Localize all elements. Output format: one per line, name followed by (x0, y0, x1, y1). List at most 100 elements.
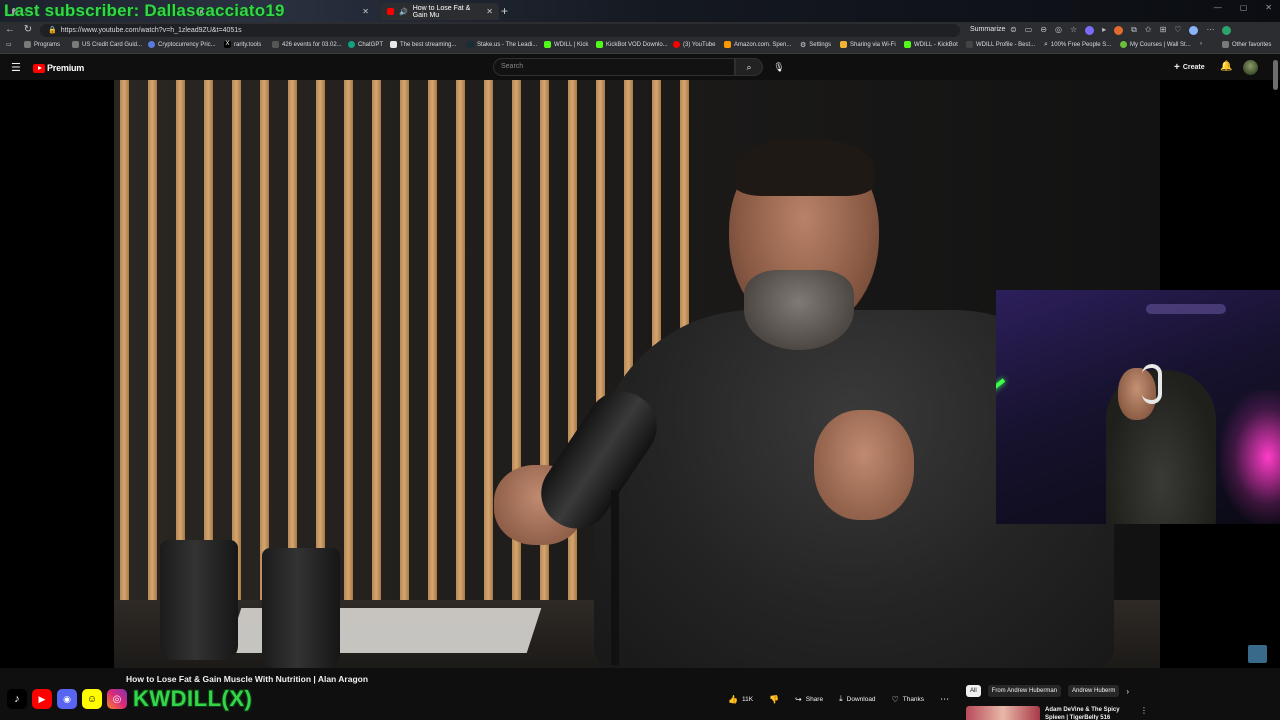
recommended-more-icon[interactable]: ⋮ (1140, 706, 1148, 715)
favorite-label: 100% Free People S... (1050, 42, 1112, 48)
browser-essentials-icon[interactable]: ♡ (1174, 25, 1181, 35)
favorite-item[interactable]: (3) YouTube (673, 41, 715, 48)
download-button[interactable]: ⤓ Download (835, 692, 879, 706)
folder-icon (1222, 41, 1229, 48)
favorite-item[interactable]: Stake.us - The Leadi... (467, 41, 537, 48)
audio-icon[interactable]: 🔊 (399, 8, 408, 16)
extensions-puzzle-icon[interactable]: ⧉ (1131, 25, 1137, 35)
chip-channel[interactable]: Andrew Huberm (1068, 685, 1120, 697)
extension-icon[interactable] (1085, 26, 1095, 35)
favorite-item[interactable]: Sharing via Wi-Fi (840, 41, 896, 48)
zoom-icon[interactable]: ⊖ (1040, 25, 1047, 35)
favorite-item[interactable]: ChatGPT (348, 41, 383, 48)
plus-icon: + (1174, 61, 1180, 73)
favorite-item[interactable]: WDILL Profile - Best... (966, 41, 1035, 48)
instagram-icon: ◎ (107, 689, 127, 709)
favorite-item[interactable]: KickBot VOD Downlo... (596, 41, 668, 48)
url-field[interactable]: 🔒 https://www.youtube.com/watch?v=h_1zlea… (40, 24, 960, 37)
favorite-star-icon[interactable]: ☆ (1070, 25, 1077, 35)
favorite-item[interactable]: Other favorites (1222, 41, 1271, 48)
search-input[interactable]: Search (493, 58, 735, 76)
recommended-video-thumbnail[interactable] (966, 706, 1040, 720)
page-scrollbar[interactable] (1273, 60, 1278, 90)
tab-close-icon[interactable]: ✕ (486, 7, 493, 16)
favorite-item[interactable]: Cryptocurrency Pric... (148, 41, 216, 48)
recommended-video-title[interactable]: Adam DeVine & The Spicy Spleen | TigerBe… (1045, 706, 1137, 720)
browser-tab-active[interactable]: 🔊 How to Lose Fat & Gain Mu ✕ (381, 3, 499, 20)
favorite-item[interactable]: WDILL - KickBot (904, 41, 958, 48)
favorite-item[interactable]: The best streaming... (390, 41, 456, 48)
notifications-bell-icon[interactable]: 🔔 (1220, 61, 1232, 72)
favorite-item[interactable]: US Credit Card Guid... (72, 41, 142, 48)
favorites-icon[interactable]: ✩ (1145, 25, 1152, 35)
thanks-button[interactable]: ♡ Thanks (888, 692, 929, 706)
back-icon[interactable]: ← (4, 24, 16, 35)
mug (160, 540, 238, 660)
close-window-icon[interactable]: ✕ (1265, 3, 1272, 12)
menu-icon[interactable]: ☰ (11, 61, 21, 74)
search-placeholder: Search (501, 63, 524, 70)
chip-all[interactable]: All (966, 685, 981, 697)
favorite-item[interactable]: Amazon.com. Spen... (724, 41, 791, 48)
new-tab-icon[interactable]: + (501, 3, 508, 19)
favorite-label: Sharing via Wi-Fi (850, 41, 896, 48)
below-video-section: How to Lose Fat & Gain Muscle With Nutri… (0, 668, 1280, 720)
youtube-icon (673, 41, 680, 48)
gear-icon: ⚙ (800, 42, 807, 49)
ceiling-fan (1146, 304, 1226, 314)
pink-glow (1220, 390, 1280, 524)
like-button[interactable]: 👍 11K (724, 692, 757, 706)
favorite-item[interactable]: Xrarity.tools (224, 41, 261, 48)
streamer-webcam-overlay (996, 290, 1280, 524)
tiktok-icon: ♪ (7, 689, 27, 709)
voice-search-button[interactable]: 🎙 (771, 59, 787, 75)
collections-icon[interactable]: ⊞ (1160, 25, 1167, 35)
logo-text: Premium (47, 63, 85, 73)
favorite-label: 426 events for 03.02... (282, 41, 342, 48)
minimize-icon[interactable]: — (1214, 3, 1222, 12)
favorite-item[interactable]: Programs (24, 41, 60, 48)
related-filter-chips: All From Andrew Huberman Andrew Huberm › (966, 685, 1129, 697)
search-button[interactable]: ⌕ (735, 58, 763, 76)
summarize-button[interactable]: Summarize (970, 26, 1005, 33)
channel-watermark-icon[interactable] (1248, 645, 1267, 663)
favorite-item[interactable]: WDILL | Kick (544, 41, 588, 48)
favorite-label: WDILL - KickBot (914, 41, 958, 48)
favorites-overflow-icon[interactable]: › (1200, 41, 1202, 47)
favorite-label: The best streaming... (400, 41, 457, 48)
favorite-item[interactable]: 426 events for 03.02... (272, 41, 342, 48)
youtube-logo[interactable]: Premium (33, 63, 84, 73)
video-title: How to Lose Fat & Gain Muscle With Nutri… (126, 674, 369, 684)
share-button[interactable]: ↪ Share (791, 692, 827, 706)
video-player[interactable] (0, 80, 1280, 668)
browser-tab-strip: ... ... ✕ 🔊 How to Lose Fat & Gain Mu ✕ … (0, 0, 1280, 22)
translate-icon[interactable]: ◎ (1055, 25, 1062, 35)
chip-from-channel[interactable]: From Andrew Huberman (987, 685, 1062, 697)
play-extension-icon[interactable]: ▸ (1102, 25, 1106, 35)
share-icon (840, 41, 847, 48)
more-actions-icon[interactable]: ⋯ (936, 692, 953, 706)
profile-avatar-icon[interactable] (1189, 26, 1199, 35)
tab-label: How to Lose Fat & Gain Mu (412, 4, 471, 19)
settings-more-icon[interactable]: ⋯ (1206, 25, 1214, 35)
dislike-button[interactable]: 👎 (765, 692, 783, 706)
favorite-item[interactable]: My Courses | Wall St... (1120, 41, 1191, 48)
tab-close-icon[interactable]: ✕ (362, 7, 369, 16)
chevron-right-icon[interactable]: › (1126, 687, 1129, 696)
share-arrow-icon: ↪ (795, 694, 802, 704)
split-screen-icon[interactable]: ▭ (1025, 25, 1033, 35)
account-avatar[interactable] (1243, 60, 1258, 75)
create-button[interactable]: + Create (1170, 60, 1209, 74)
read-aloud-icon[interactable]: ⊜ (1010, 25, 1017, 35)
microphone-icon: 🎙 (773, 62, 785, 72)
favorites-folder-icon[interactable]: ▭ (6, 41, 12, 48)
copilot-icon[interactable] (1222, 26, 1232, 35)
favorite-item[interactable]: ⚙ Settings (800, 41, 831, 49)
video-actions: 👍 11K 👎 ↪ Share ⤓ Download ♡ Thanks ⋯ (724, 692, 953, 706)
stream-social-overlay: ♪ ▶ ◉ ☺ ◎ KWDILL(X) (7, 686, 252, 712)
maximize-icon[interactable]: ▢ (1240, 3, 1248, 12)
favorite-item[interactable]: ⌕ 100% Free People S... (1044, 41, 1111, 49)
refresh-icon[interactable]: ↻ (22, 24, 34, 35)
extension-icon[interactable] (1114, 26, 1124, 35)
wood-slat (344, 80, 353, 625)
